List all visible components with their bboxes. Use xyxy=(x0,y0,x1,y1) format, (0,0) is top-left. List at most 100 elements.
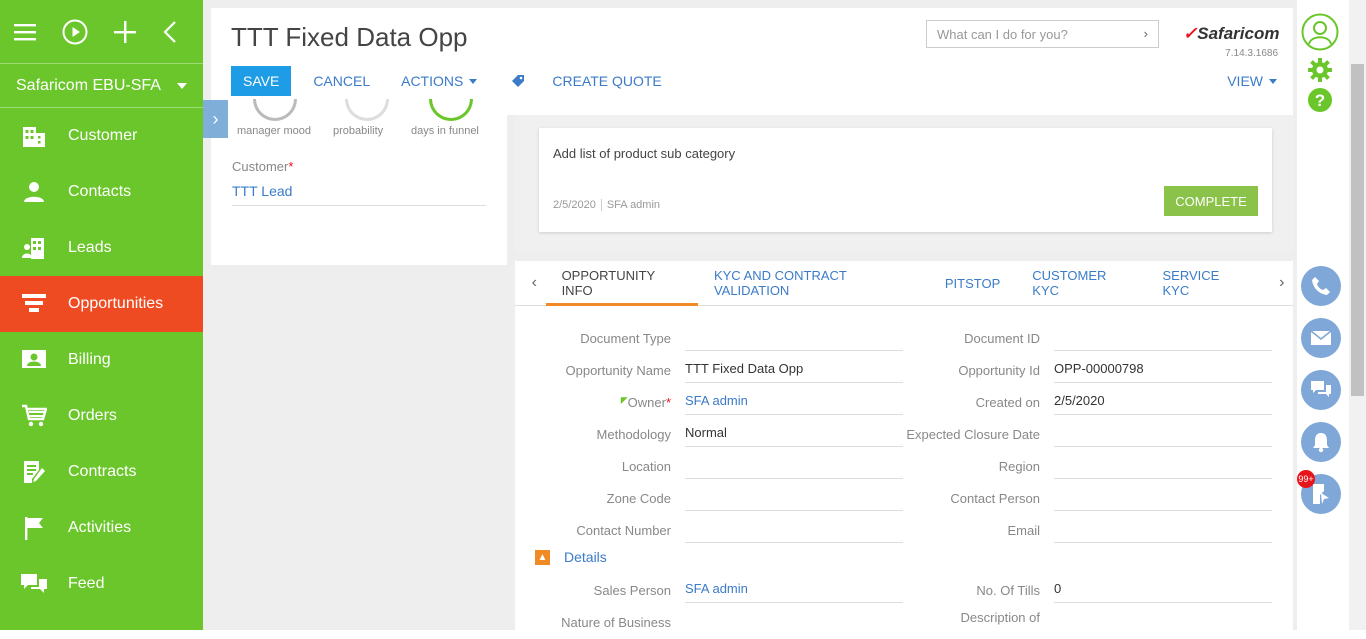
gear-icon[interactable] xyxy=(1307,57,1333,83)
location-field[interactable] xyxy=(685,451,903,479)
opportunity-name-field[interactable]: TTT Fixed Data Opp xyxy=(685,355,903,383)
expected-closure-field[interactable] xyxy=(1054,419,1272,447)
notification-badge: 99+ xyxy=(1297,470,1315,488)
tab-customer-kyc[interactable]: CUSTOMER KYC xyxy=(1016,261,1146,306)
probability-label: probability xyxy=(333,125,384,137)
actions-button[interactable]: ACTIONS xyxy=(401,73,478,89)
document-type-label: Document Type xyxy=(580,331,671,346)
sidebar-item-leads[interactable]: Leads xyxy=(0,220,203,276)
customer-value-link[interactable]: TTT Lead xyxy=(232,183,486,206)
sales-person-field[interactable]: SFA admin xyxy=(685,575,903,603)
contact-person-label: Contact Person xyxy=(950,491,1040,506)
cancel-button[interactable]: CANCEL xyxy=(313,73,370,89)
chat-icon[interactable] xyxy=(1301,370,1341,410)
manager-mood-gauge xyxy=(253,99,297,121)
field-row: Location Region xyxy=(515,451,1293,483)
view-label: VIEW xyxy=(1227,73,1263,89)
sidebar: Safaricom EBU-SFA Customer Contacts Lead… xyxy=(0,0,203,630)
email-icon[interactable] xyxy=(1301,318,1341,358)
field-row: ◤Owner* SFA admin Created on 2/5/2020 xyxy=(515,387,1293,419)
sidebar-item-label: Billing xyxy=(68,351,111,368)
sidebar-item-billing[interactable]: Billing xyxy=(0,332,203,388)
no-of-tills-field[interactable]: 0 xyxy=(1054,575,1272,603)
id-card-icon xyxy=(0,349,68,371)
region-label: Region xyxy=(998,459,1040,474)
bell-icon[interactable] xyxy=(1301,422,1341,462)
no-of-tills-label: No. Of Tills xyxy=(976,583,1040,598)
sidebar-item-activities[interactable]: Activities xyxy=(0,500,203,556)
field-row: Nature of Business Description of xyxy=(515,607,1293,639)
opportunity-name-label: Opportunity Name xyxy=(565,363,672,378)
sidebar-item-label: Leads xyxy=(68,239,112,256)
sidebar-item-contacts[interactable]: Contacts xyxy=(0,164,203,220)
view-button[interactable]: VIEW xyxy=(1227,73,1277,89)
brand-swoosh-icon: ✓ xyxy=(1183,24,1198,43)
contact-person-field[interactable] xyxy=(1054,483,1272,511)
contract-icon xyxy=(0,460,68,484)
play-icon[interactable] xyxy=(62,19,88,45)
expand-panel-button[interactable]: › xyxy=(203,100,228,138)
funnel-icon xyxy=(0,293,68,315)
sidebar-item-label: Customer xyxy=(68,127,138,144)
task-area: Add list of product sub category 2/5/202… xyxy=(515,115,1293,251)
help-icon[interactable]: ? xyxy=(1307,87,1333,113)
tab-scroll-left-icon[interactable]: ‹ xyxy=(523,274,546,292)
add-icon[interactable] xyxy=(114,19,136,45)
chevron-right-icon[interactable]: › xyxy=(1144,26,1148,41)
sidebar-item-customer[interactable]: Customer xyxy=(0,108,203,164)
phone-icon[interactable] xyxy=(1301,266,1341,306)
tag-icon[interactable] xyxy=(511,74,525,88)
sidebar-item-orders[interactable]: Orders xyxy=(0,388,203,444)
document-id-field[interactable] xyxy=(1054,323,1272,351)
create-quote-button[interactable]: CREATE QUOTE xyxy=(552,73,661,89)
required-mark: * xyxy=(288,159,294,174)
contact-number-field[interactable] xyxy=(685,515,903,543)
chevron-down-icon xyxy=(1269,78,1277,84)
details-title: Details xyxy=(564,549,607,565)
sidebar-item-feed[interactable]: Feed xyxy=(0,556,203,612)
tab-kyc-contract-validation[interactable]: KYC AND CONTRACT VALIDATION xyxy=(698,261,929,306)
org-selector[interactable]: Safaricom EBU-SFA xyxy=(0,63,203,108)
methodology-field[interactable]: Normal xyxy=(685,419,903,447)
tab-service-kyc[interactable]: SERVICE KYC xyxy=(1147,261,1261,306)
chevron-up-icon: ▲ xyxy=(535,549,550,565)
tab-scroll-right-icon[interactable]: › xyxy=(1270,274,1293,292)
menu-icon[interactable] xyxy=(14,19,36,45)
sidebar-item-label: Opportunities xyxy=(68,295,164,312)
tab-opportunity-info[interactable]: OPPORTUNITY INFO xyxy=(545,261,698,306)
document-id-label: Document ID xyxy=(964,331,1040,346)
chat-icon xyxy=(0,573,68,595)
sidebar-item-opportunities[interactable]: Opportunities xyxy=(0,276,203,332)
collapse-icon[interactable] xyxy=(162,19,177,45)
owner-indicator-icon: ◤ xyxy=(620,395,628,405)
contact-number-label: Contact Number xyxy=(576,523,671,538)
opportunity-id-label: Opportunity Id xyxy=(958,363,1040,378)
tab-pitstop[interactable]: PITSTOP xyxy=(929,261,1016,306)
field-row: Opportunity Name TTT Fixed Data Opp Oppo… xyxy=(515,355,1293,387)
zone-code-field[interactable] xyxy=(685,483,903,511)
details-section-toggle[interactable]: ▲ Details xyxy=(535,549,607,565)
region-field[interactable] xyxy=(1054,451,1272,479)
methodology-label: Methodology xyxy=(596,427,671,442)
sidebar-item-contracts[interactable]: Contracts xyxy=(0,444,203,500)
owner-field[interactable]: SFA admin xyxy=(685,387,903,415)
document-type-field[interactable] xyxy=(685,323,903,351)
complete-button[interactable]: COMPLETE xyxy=(1164,186,1258,216)
scrollbar[interactable] xyxy=(1349,0,1366,630)
sidebar-item-label: Orders xyxy=(68,407,117,424)
sidebar-item-label: Contacts xyxy=(68,183,132,200)
task-author: SFA admin xyxy=(606,199,661,211)
user-avatar-icon[interactable] xyxy=(1301,13,1339,51)
created-on-field[interactable]: 2/5/2020 xyxy=(1054,387,1272,415)
right-rail: ? 99+ xyxy=(1297,0,1349,630)
field-row: Document Type Document ID xyxy=(515,323,1293,355)
save-button[interactable]: SAVE xyxy=(231,66,292,96)
search-input[interactable]: What can I do for you? › xyxy=(926,20,1159,48)
field-row: Methodology Normal Expected Closure Date xyxy=(515,419,1293,451)
opportunity-id-field[interactable]: OPP-00000798 xyxy=(1054,355,1272,383)
scrollbar-thumb[interactable] xyxy=(1351,64,1364,396)
email-label: Email xyxy=(1007,523,1040,538)
sidebar-item-label: Feed xyxy=(68,575,105,592)
description-label: Description of xyxy=(960,610,1040,625)
email-field[interactable] xyxy=(1054,515,1272,543)
